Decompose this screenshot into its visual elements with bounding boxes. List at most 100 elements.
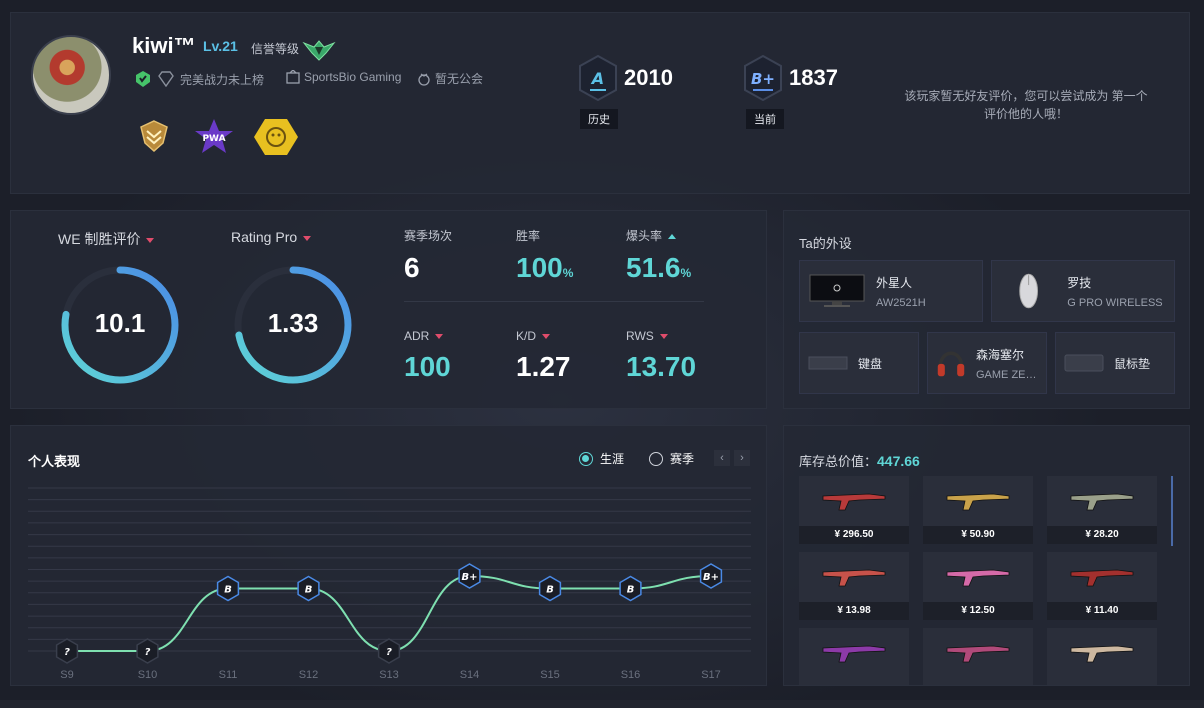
we-rating-value: 10.1 <box>94 308 146 338</box>
inventory-panel: 库存总价值：447.66 ¥ 296.50 ¥ 50.90 ¥ 28.20 ¥ 13.… <box>783 425 1190 686</box>
x-tick-label: S10 <box>138 669 158 681</box>
point-label: ? <box>145 647 151 658</box>
trend-down-icon <box>659 334 668 340</box>
bottom-bar <box>0 700 1204 708</box>
winrate-value: 100 <box>516 252 563 283</box>
we-rating-ring: 10.1 <box>58 263 182 387</box>
weapon-skin-icon <box>946 569 1010 587</box>
inventory-item-price: ¥ 11.40 <box>1047 602 1157 620</box>
gear-item-name: 森海塞尔 <box>976 347 1025 362</box>
gear-item-name: 鼠标垫 <box>1114 356 1151 371</box>
rws-stat: RWS 13.70 <box>626 329 696 383</box>
username: kiwi™ <box>132 33 196 58</box>
data-point[interactable]: B <box>216 575 240 602</box>
rws-label: RWS <box>626 329 654 343</box>
credit-level: 信誉等级 <box>251 39 336 61</box>
headshot-stat: 爆头率 51.6% <box>626 227 691 284</box>
inventory-total: 库存总价值：447.66 <box>799 451 920 470</box>
point-label: B+ <box>703 572 719 583</box>
anti-cheat-icon <box>136 71 150 87</box>
x-tick-label: S11 <box>219 669 238 681</box>
trend-up-icon <box>668 234 677 240</box>
power-rank-label: 完美战力未上榜 <box>180 72 265 87</box>
headshot-label: 爆头率 <box>626 229 663 243</box>
rank-wings-badge-icon[interactable] <box>133 117 175 155</box>
data-point[interactable]: ? <box>377 638 401 664</box>
adr-stat: ADR 100 <box>404 329 451 383</box>
data-point[interactable]: B+ <box>699 563 723 589</box>
stats-divider <box>404 301 704 302</box>
data-point[interactable]: ? <box>55 638 79 664</box>
trend-down-icon <box>435 334 444 340</box>
weapon-skin-icon <box>822 569 886 587</box>
rating-pro-dropdown[interactable]: Rating Pro <box>231 229 312 245</box>
inventory-item[interactable]: ¥ 13.98 <box>799 552 909 620</box>
inventory-item[interactable]: ¥ 28.20 <box>1047 476 1157 544</box>
point-label: B <box>305 585 313 596</box>
headset-icon <box>937 351 965 377</box>
dropdown-arrow-icon <box>146 237 155 243</box>
x-tick-label: S9 <box>60 669 73 681</box>
weapon-skin-icon <box>822 645 886 663</box>
rank-current-label: 当前 <box>746 109 784 129</box>
gear-mousepad-card[interactable]: 鼠标垫 <box>1055 332 1175 394</box>
gear-item-model: GAME ZERO <box>976 368 1038 381</box>
avatar[interactable] <box>31 35 111 115</box>
monitor-icon <box>809 274 865 307</box>
inventory-item-price: ¥ 12.50 <box>923 602 1033 620</box>
weapon-skin-icon <box>822 493 886 511</box>
rank-history-score: 2010 <box>624 65 673 90</box>
inventory-item[interactable] <box>1047 628 1157 685</box>
level-badge: Lv.21 <box>203 38 238 54</box>
inventory-total-value: 447.66 <box>877 453 920 469</box>
gear-panel: Ta的外设 外星人 AW2521H 罗技 G PRO WIRELESS 键盘 森海塞… <box>783 210 1190 409</box>
performance-panel: 个人表现 生涯 赛季 ‹ › ? S9? S10 B S11 B S12? S13 B+ S14 B… <box>10 425 767 686</box>
performance-line-chart: ? S9? S10 B S11 B S12? S13 B+ S14 B S15 B S16 B+ S17 <box>28 487 751 681</box>
inventory-item-price: ¥ 13.98 <box>799 602 909 620</box>
inventory-item-price: ¥ 296.50 <box>799 526 909 544</box>
inventory-item[interactable]: ¥ 11.40 <box>1047 552 1157 620</box>
inventory-item[interactable]: ¥ 50.90 <box>923 476 1033 544</box>
achievement-badges: PWA <box>133 117 299 157</box>
hex-emblem-badge-icon[interactable] <box>253 117 299 157</box>
rank-current-hex-icon: B+ <box>743 54 783 102</box>
x-tick-label: S17 <box>701 669 721 681</box>
team-icon <box>286 70 300 84</box>
inventory-item[interactable]: ¥ 12.50 <box>923 552 1033 620</box>
gear-item-name: 罗技 <box>1067 275 1092 290</box>
kd-stat: K/D 1.27 <box>516 329 571 383</box>
svg-text:PWA: PWA <box>202 134 225 144</box>
inventory-scrollbar[interactable] <box>1171 476 1173 546</box>
gear-keyboard-card[interactable]: 键盘 <box>799 332 919 394</box>
data-point[interactable]: ? <box>136 638 159 664</box>
x-tick-label: S12 <box>299 669 319 681</box>
we-rating-label: WE 制胜评价 <box>58 231 141 247</box>
inventory-item[interactable] <box>799 628 909 685</box>
data-point[interactable]: B+ <box>458 563 481 589</box>
weapon-skin-icon <box>946 645 1010 663</box>
pwa-anniversary-badge-icon[interactable]: PWA <box>193 117 235 155</box>
we-rating-dropdown[interactable]: WE 制胜评价 <box>58 229 155 249</box>
data-point[interactable]: B <box>297 575 320 602</box>
rank-current-score: 1837 <box>789 65 838 90</box>
gear-monitor-card[interactable]: 外星人 AW2521H <box>799 260 983 322</box>
rank-history-hex-icon: A <box>578 54 618 102</box>
inventory-item[interactable] <box>923 628 1033 685</box>
inventory-item[interactable]: ¥ 296.50 <box>799 476 909 544</box>
rating-pro-ring: 1.33 <box>231 263 355 387</box>
x-tick-label: S13 <box>379 669 399 681</box>
x-tick-label: S14 <box>460 669 480 681</box>
adr-label: ADR <box>404 329 430 343</box>
credit-shield-icon[interactable] <box>302 39 336 61</box>
rank-current-grade: B+ <box>751 70 775 88</box>
data-point[interactable]: B <box>619 575 642 602</box>
gear-headset-card[interactable]: 森海塞尔 GAME ZERO <box>927 332 1047 394</box>
weapon-skin-icon <box>1070 493 1134 511</box>
dropdown-arrow-icon <box>303 235 312 241</box>
team-info[interactable]: SportsBio Gaming <box>286 70 401 84</box>
gear-mouse-card[interactable]: 罗技 G PRO WIRELESS <box>991 260 1175 322</box>
weapon-skin-icon <box>946 493 1010 511</box>
data-point[interactable]: B <box>538 575 562 602</box>
adr-value: 100 <box>404 351 451 382</box>
x-tick-label: S15 <box>540 669 560 681</box>
